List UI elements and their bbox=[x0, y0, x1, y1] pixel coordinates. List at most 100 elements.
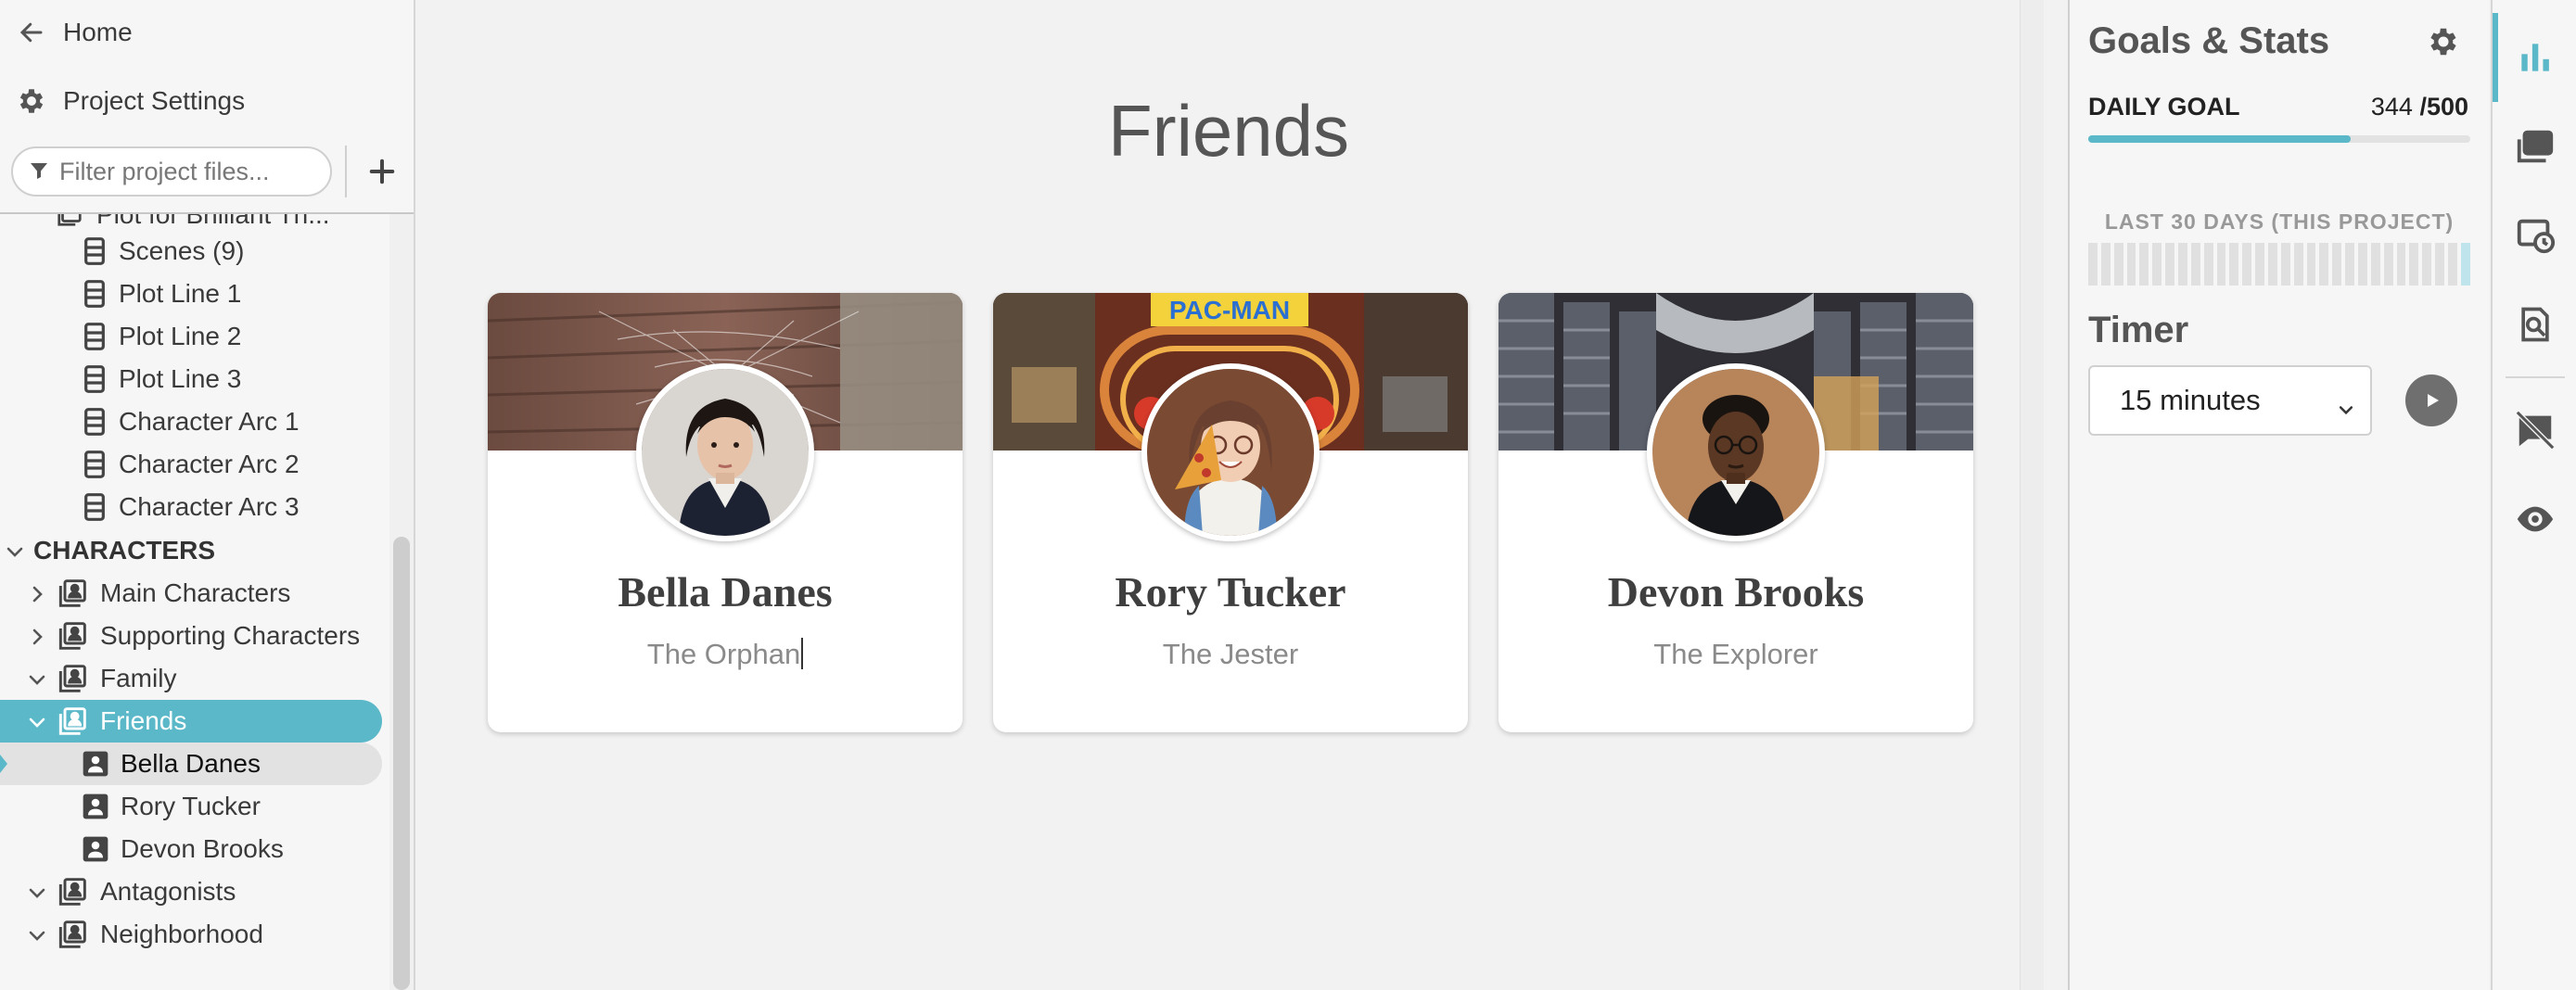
day-bar bbox=[2422, 243, 2432, 286]
tree-item-rory-tucker[interactable]: Rory Tucker bbox=[0, 785, 382, 828]
list-doc-icon bbox=[82, 492, 109, 522]
folder-supporting-characters[interactable]: Supporting Characters bbox=[0, 615, 382, 657]
history-icon[interactable] bbox=[2493, 191, 2576, 280]
last-30-days-label: LAST 30 DAYS (THIS PROJECT) bbox=[2104, 209, 2455, 234]
day-bar bbox=[2088, 243, 2098, 286]
day-bar bbox=[2370, 243, 2380, 286]
text-caret bbox=[801, 638, 804, 669]
folder-main-characters[interactable]: Main Characters bbox=[0, 572, 382, 615]
tree-scrollbar[interactable] bbox=[389, 214, 414, 990]
daily-goal-progress-fill bbox=[2088, 135, 2352, 143]
tree-item-plot-line-1[interactable]: Plot Line 1 bbox=[0, 273, 382, 315]
folder-antagonists[interactable]: Antagonists bbox=[0, 870, 382, 913]
timer-play-button[interactable] bbox=[2405, 374, 2457, 426]
filter-placeholder: Filter project files... bbox=[59, 157, 270, 185]
main-scrollbar[interactable] bbox=[2020, 0, 2044, 990]
gear-icon[interactable] bbox=[2426, 24, 2461, 59]
tree-item-label: Rory Tucker bbox=[121, 792, 261, 820]
character-role[interactable]: The Jester bbox=[993, 638, 1468, 671]
person-card-icon bbox=[82, 834, 109, 864]
chevron-right-icon bbox=[26, 625, 48, 647]
character-name: Devon Brooks bbox=[1607, 568, 1865, 616]
search-document-icon[interactable] bbox=[2493, 280, 2576, 369]
main-content: Friends Bella Danes The Orphan PAC-MAN R… bbox=[417, 0, 2044, 990]
cards-icon[interactable] bbox=[2493, 102, 2576, 191]
character-role-field[interactable]: The Orphan bbox=[488, 638, 963, 671]
tree-item-label: Character Arc 2 bbox=[119, 450, 300, 478]
list-doc-icon bbox=[82, 322, 109, 351]
tree-item-label: Bella Danes bbox=[121, 749, 261, 778]
folder-person-icon bbox=[57, 578, 86, 608]
tree-item-label: Plot Line 1 bbox=[119, 279, 242, 308]
chevron-down-icon bbox=[2337, 393, 2355, 415]
list-doc-icon bbox=[82, 364, 109, 394]
chevron-down-icon bbox=[26, 881, 48, 903]
day-bar bbox=[2242, 243, 2252, 286]
tree-item-label: Scenes (9) bbox=[119, 236, 245, 265]
chevron-down-icon bbox=[4, 539, 26, 562]
timer-duration-value: 15 minutes bbox=[2120, 384, 2261, 416]
tree-item-plot-line-3[interactable]: Plot Line 3 bbox=[0, 358, 382, 400]
character-name: Bella Danes bbox=[618, 568, 833, 616]
home-label: Home bbox=[63, 18, 133, 46]
folder-label: Family bbox=[100, 664, 177, 692]
timer-duration-select[interactable]: 15 minutes bbox=[2088, 365, 2372, 436]
day-bar bbox=[2190, 243, 2200, 286]
filter-divider bbox=[345, 146, 347, 197]
tree-item-devon-brooks[interactable]: Devon Brooks bbox=[0, 828, 382, 870]
right-icon-rail bbox=[2491, 0, 2576, 990]
filter-row: Filter project files... bbox=[0, 143, 414, 200]
day-bar bbox=[2139, 243, 2149, 286]
tree-item-label: Character Arc 1 bbox=[119, 407, 300, 436]
tree-scrollbar-thumb[interactable] bbox=[393, 537, 410, 990]
day-bar bbox=[2448, 243, 2457, 286]
chevron-right-icon bbox=[26, 582, 48, 604]
day-bar bbox=[2460, 243, 2470, 286]
character-card-bella-danes[interactable]: Bella Danes The Orphan bbox=[488, 293, 963, 732]
filter-input[interactable]: Filter project files... bbox=[11, 146, 332, 197]
timer-title: Timer bbox=[2088, 310, 2189, 350]
day-bar bbox=[2165, 243, 2175, 286]
folder-family[interactable]: Family bbox=[0, 657, 382, 700]
day-bar bbox=[2332, 243, 2342, 286]
bar-chart-icon[interactable] bbox=[2493, 13, 2576, 102]
character-role[interactable]: The Explorer bbox=[1498, 638, 1973, 671]
folder-person-icon bbox=[57, 920, 86, 949]
day-bar bbox=[2383, 243, 2393, 286]
tree-item-bella-danes[interactable]: Bella Danes bbox=[0, 742, 382, 785]
character-avatar bbox=[1647, 363, 1825, 541]
folder-friends[interactable]: Friends bbox=[0, 700, 382, 742]
add-file-button[interactable] bbox=[362, 151, 402, 192]
home-link[interactable]: Home bbox=[0, 4, 414, 61]
eye-icon[interactable] bbox=[2493, 475, 2576, 564]
tree-item-plot-line-2[interactable]: Plot Line 2 bbox=[0, 315, 382, 358]
tree-item-character-arc-3[interactable]: Character Arc 3 bbox=[0, 486, 382, 528]
folder-neighborhood[interactable]: Neighborhood bbox=[0, 913, 382, 956]
day-bar bbox=[2345, 243, 2355, 286]
plus-icon bbox=[369, 159, 395, 184]
tree-item-character-arc-2[interactable]: Character Arc 2 bbox=[0, 443, 382, 486]
tree-item-label: Character Arc 3 bbox=[119, 492, 300, 521]
folder-person-icon bbox=[56, 214, 83, 230]
folder-person-icon bbox=[57, 621, 86, 651]
tree-item-scenes[interactable]: Scenes (9) bbox=[0, 230, 382, 273]
character-card-rory-tucker[interactable]: PAC-MAN Rory Tucker The Jester bbox=[993, 293, 1468, 732]
character-card-devon-brooks[interactable]: Devon Brooks The Explorer bbox=[1498, 293, 1973, 732]
comment-off-icon[interactable] bbox=[2493, 386, 2576, 475]
tree-item-character-arc-1[interactable]: Character Arc 1 bbox=[0, 400, 382, 443]
goals-stats-panel: Goals & Stats DAILY GOAL 344 /500 LAST 3… bbox=[2068, 0, 2489, 990]
project-settings-link[interactable]: Project Settings bbox=[0, 72, 414, 130]
section-characters[interactable]: CHARACTERS bbox=[0, 529, 382, 572]
day-bar bbox=[2268, 243, 2277, 286]
day-bar bbox=[2216, 243, 2226, 286]
folder-label: Main Characters bbox=[100, 578, 291, 607]
tree-item-label: Devon Brooks bbox=[121, 834, 284, 863]
day-bar bbox=[2152, 243, 2162, 286]
day-bar bbox=[2178, 243, 2187, 286]
day-bar bbox=[2113, 243, 2123, 286]
chevron-down-icon bbox=[26, 667, 48, 690]
rail-divider bbox=[2506, 376, 2565, 378]
day-bar bbox=[2255, 243, 2265, 286]
person-card-icon bbox=[82, 749, 109, 779]
day-bar bbox=[2409, 243, 2419, 286]
